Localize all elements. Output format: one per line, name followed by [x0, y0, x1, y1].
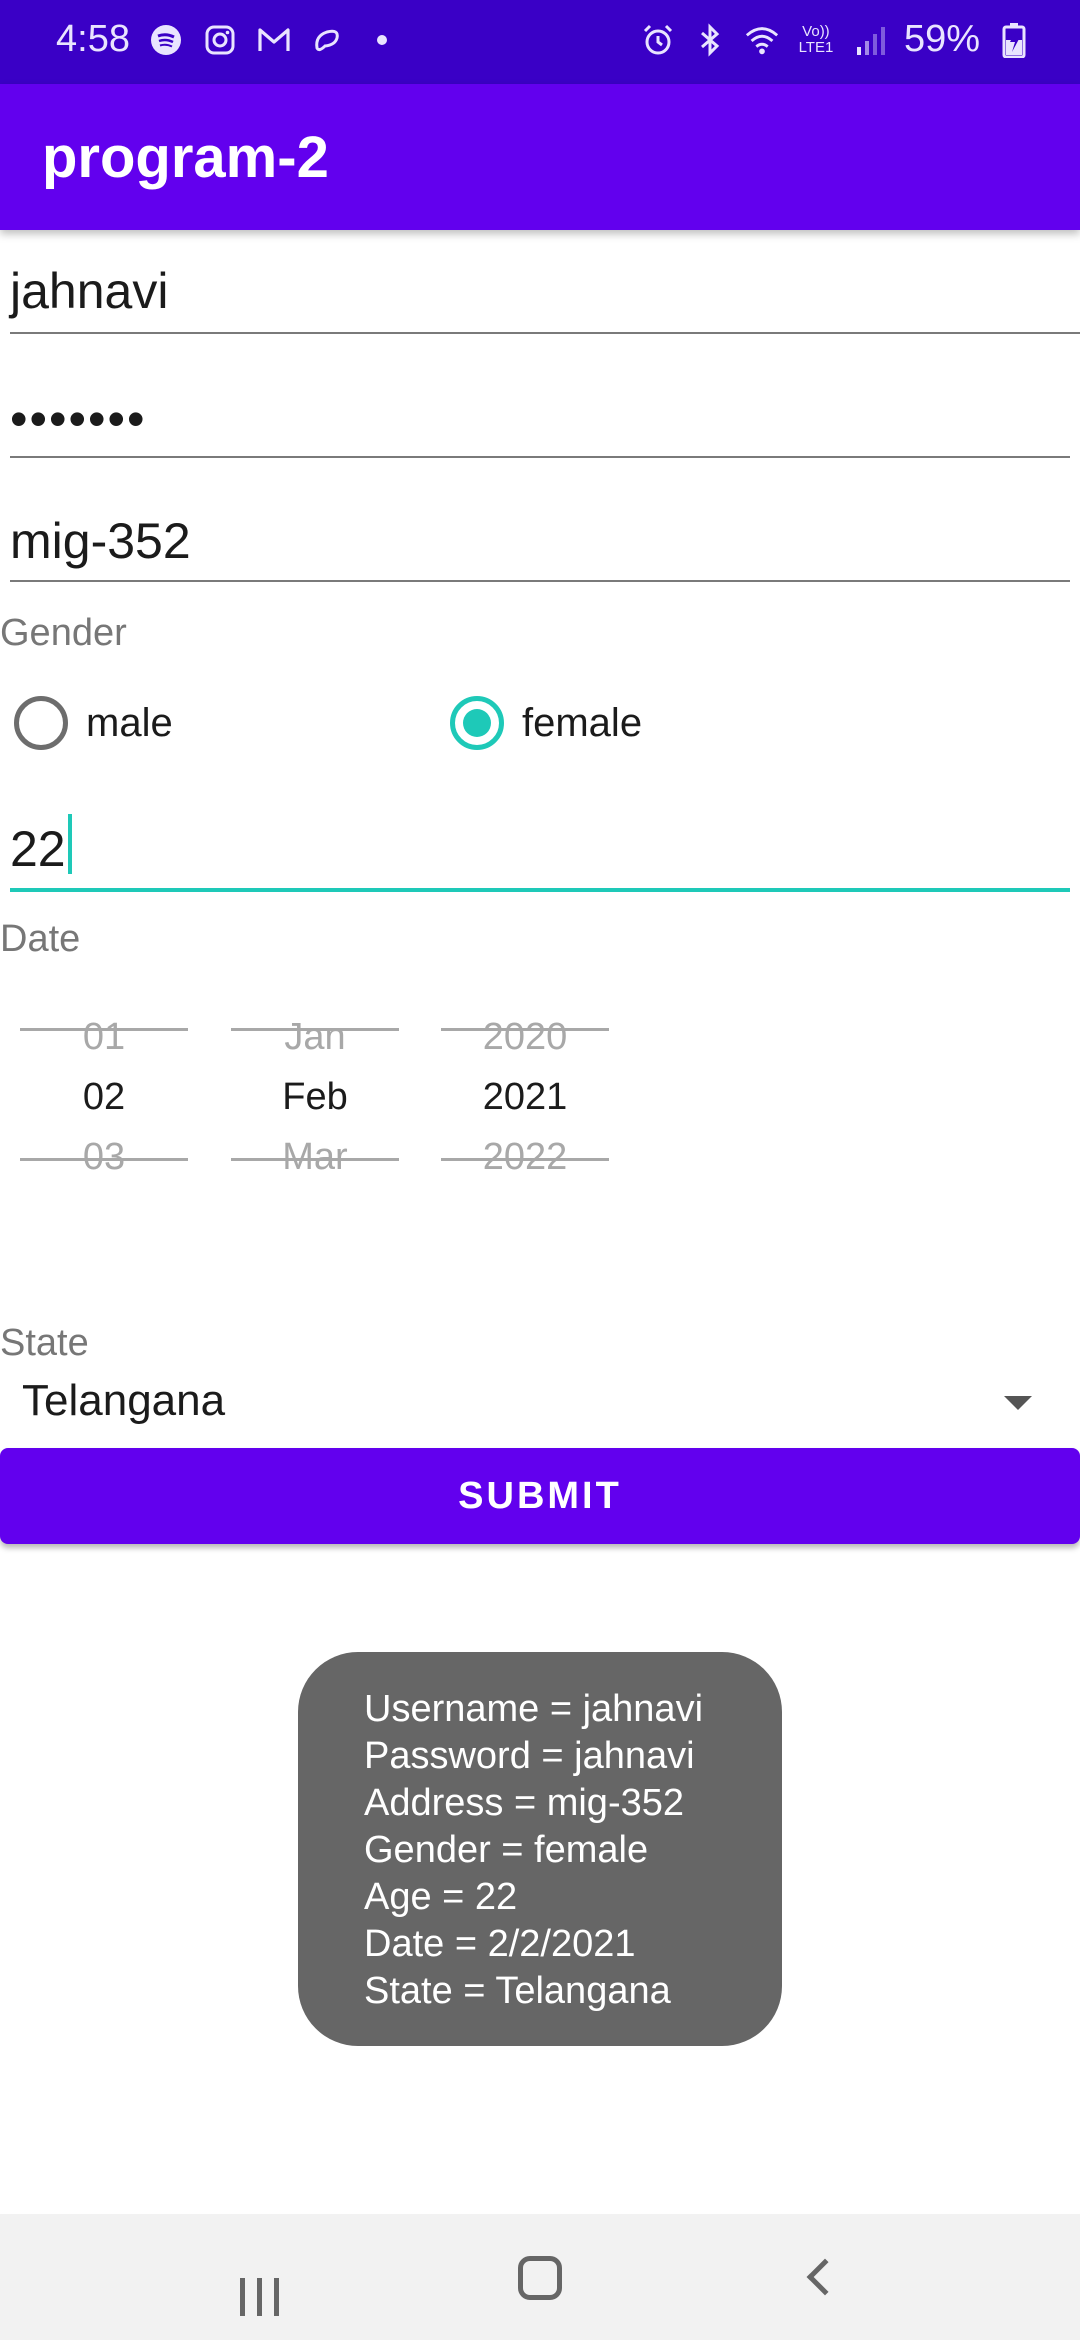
year-picker[interactable]: 2020 2021 2022: [441, 1008, 609, 1178]
year-divider-bottom: [441, 1158, 609, 1161]
month-current[interactable]: Feb: [231, 1076, 399, 1119]
radio-male[interactable]: male: [14, 696, 173, 750]
password-value: •••••••: [10, 391, 147, 447]
signal-icon: [852, 22, 888, 58]
bluetooth-icon: [692, 22, 728, 58]
status-bar: 4:58 Vo)) LTE1 59%: [0, 0, 1080, 84]
volte-label: Vo)) LTE1: [798, 22, 834, 56]
volte-icon: Vo)) LTE1: [796, 22, 836, 58]
month-picker[interactable]: Jan Feb Mar: [231, 1008, 399, 1178]
address-underline: [10, 580, 1070, 582]
year-current[interactable]: 2021: [441, 1076, 609, 1119]
submit-button[interactable]: SUBMIT: [0, 1448, 1080, 1544]
year-prev[interactable]: 2020: [441, 1016, 609, 1059]
username-underline: [10, 332, 1080, 334]
month-divider-bottom: [231, 1158, 399, 1161]
dot-icon: [364, 22, 400, 58]
toast-line: Password = jahnavi: [364, 1735, 695, 1777]
toast-line: State = Telangana: [364, 1970, 671, 2012]
toast-line: Gender = female: [364, 1829, 649, 1871]
radio-female-circle[interactable]: [450, 696, 504, 750]
radio-female[interactable]: female: [450, 696, 642, 750]
toast-line: Age = 22: [364, 1876, 518, 1918]
age-field[interactable]: 22: [10, 808, 1070, 894]
text-cursor: [67, 814, 72, 874]
day-prev[interactable]: 01: [20, 1016, 188, 1059]
username-value: jahnavi: [10, 263, 169, 319]
username-field[interactable]: jahnavi: [10, 256, 1080, 336]
address-field[interactable]: mig-352: [10, 506, 1070, 586]
day-picker[interactable]: 01 02 03: [20, 1008, 188, 1178]
system-icons: Vo)) LTE1 59%: [640, 18, 1032, 61]
age-value: 22: [10, 814, 72, 878]
state-value: Telangana: [22, 1376, 226, 1425]
spotify-icon: [148, 22, 184, 58]
battery-icon: [996, 22, 1032, 58]
state-label: State: [0, 1322, 89, 1364]
toast-message: Username = jahnavi Password = jahnavi Ad…: [298, 1652, 782, 2046]
age-text: 22: [10, 821, 66, 877]
wifi-icon: [744, 22, 780, 58]
status-time: 4:58: [56, 18, 130, 60]
radio-male-label: male: [86, 700, 173, 745]
age-underline: [10, 888, 1070, 892]
password-underline: [10, 456, 1070, 458]
month-divider-top: [231, 1028, 399, 1031]
toast-line: Date = 2/2/2021: [364, 1923, 636, 1965]
app-bar: program-2: [0, 84, 1080, 230]
notification-icons: [148, 22, 400, 58]
month-prev[interactable]: Jan: [231, 1016, 399, 1059]
day-divider-top: [20, 1028, 188, 1031]
date-label: Date: [0, 918, 81, 960]
radio-male-circle[interactable]: [14, 696, 68, 750]
radio-female-label: female: [522, 700, 643, 745]
gender-label: Gender: [0, 612, 127, 654]
airtel-icon: [310, 22, 346, 58]
recent-apps-icon[interactable]: [240, 2278, 279, 2316]
address-value: mig-352: [10, 513, 191, 569]
battery-percentage: 59%: [903, 18, 980, 60]
day-current[interactable]: 02: [20, 1076, 188, 1119]
password-field[interactable]: •••••••: [10, 380, 1070, 460]
app-title: program-2: [42, 125, 329, 190]
dropdown-arrow-icon[interactable]: [1004, 1396, 1032, 1410]
home-icon[interactable]: [518, 2256, 562, 2300]
alarm-icon: [640, 22, 676, 58]
toast-line: Username = jahnavi: [364, 1688, 704, 1730]
gmail-icon: [256, 22, 292, 58]
year-divider-top: [441, 1028, 609, 1031]
day-divider-bottom: [20, 1158, 188, 1161]
toast-line: Address = mig-352: [364, 1782, 684, 1824]
instagram-icon: [202, 22, 238, 58]
